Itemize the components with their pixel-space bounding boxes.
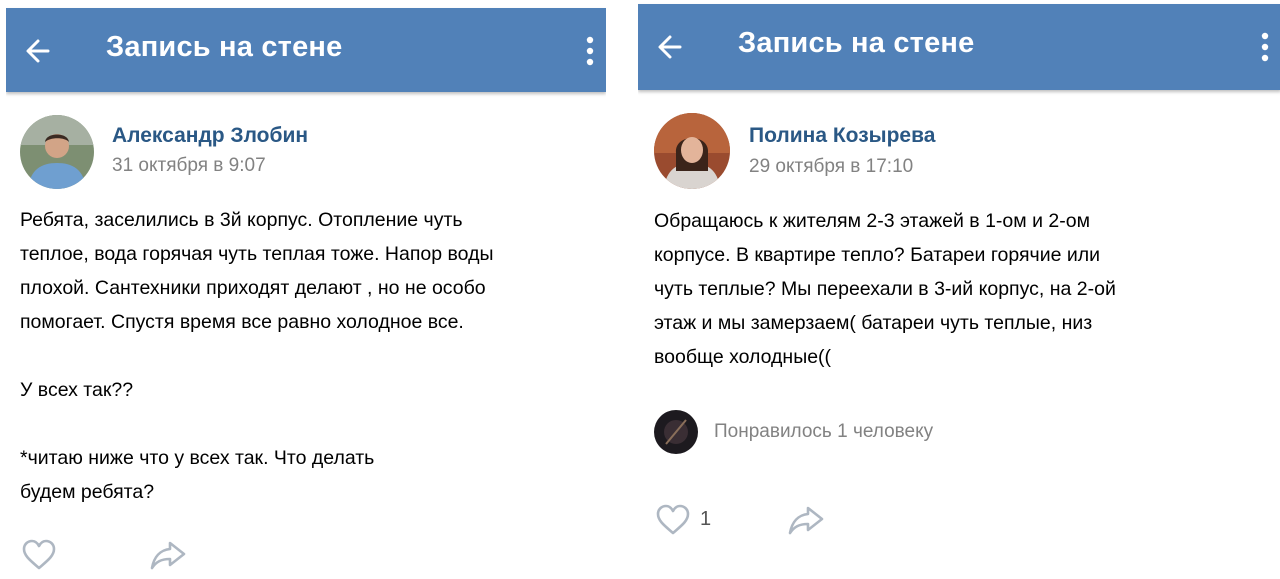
share-arrow-icon — [788, 506, 824, 535]
like-count: 1 — [700, 508, 712, 530]
back-button[interactable] — [20, 34, 58, 68]
arrow-left-icon — [658, 35, 682, 59]
post-screen-right: Запись на стене Полина Козырева 29 октяб… — [638, 0, 1280, 579]
more-vertical-icon — [1261, 32, 1269, 62]
post-text: Ребята, заселились в 3й корпус. Отоплени… — [20, 209, 494, 503]
more-menu-button[interactable] — [580, 32, 600, 70]
page-title: Запись на стене — [106, 31, 343, 63]
app-bar: Запись на стене — [638, 4, 1280, 90]
more-menu-button[interactable] — [1255, 28, 1275, 66]
like-button[interactable]: 1 — [654, 503, 734, 537]
heart-outline-icon — [656, 504, 690, 535]
likes-summary[interactable]: Понравилось 1 человеку — [714, 421, 933, 443]
share-arrow-icon — [150, 541, 186, 570]
post-date: 31 октября в 9:07 — [112, 155, 266, 176]
author-name[interactable]: Полина Козырева — [749, 124, 935, 148]
author-avatar[interactable] — [654, 113, 730, 189]
arrow-left-icon — [26, 39, 50, 63]
more-vertical-icon — [586, 36, 594, 66]
liker-avatar[interactable] — [654, 410, 698, 454]
share-button[interactable] — [786, 503, 826, 537]
share-button[interactable] — [148, 538, 188, 572]
post-screen-left: Запись на стене Александр Злобин 31 октя… — [6, 0, 606, 579]
post-date: 29 октября в 17:10 — [749, 156, 914, 177]
author-avatar[interactable] — [20, 115, 94, 189]
page-title: Запись на стене — [738, 27, 975, 59]
back-button[interactable] — [652, 30, 690, 64]
author-name[interactable]: Александр Злобин — [112, 124, 308, 148]
app-bar: Запись на стене — [6, 8, 606, 92]
post-text: Обращаюсь к жителям 2-3 этажей в 1-ом и … — [654, 210, 1116, 368]
heart-outline-icon — [22, 539, 56, 570]
like-button[interactable] — [20, 538, 58, 572]
